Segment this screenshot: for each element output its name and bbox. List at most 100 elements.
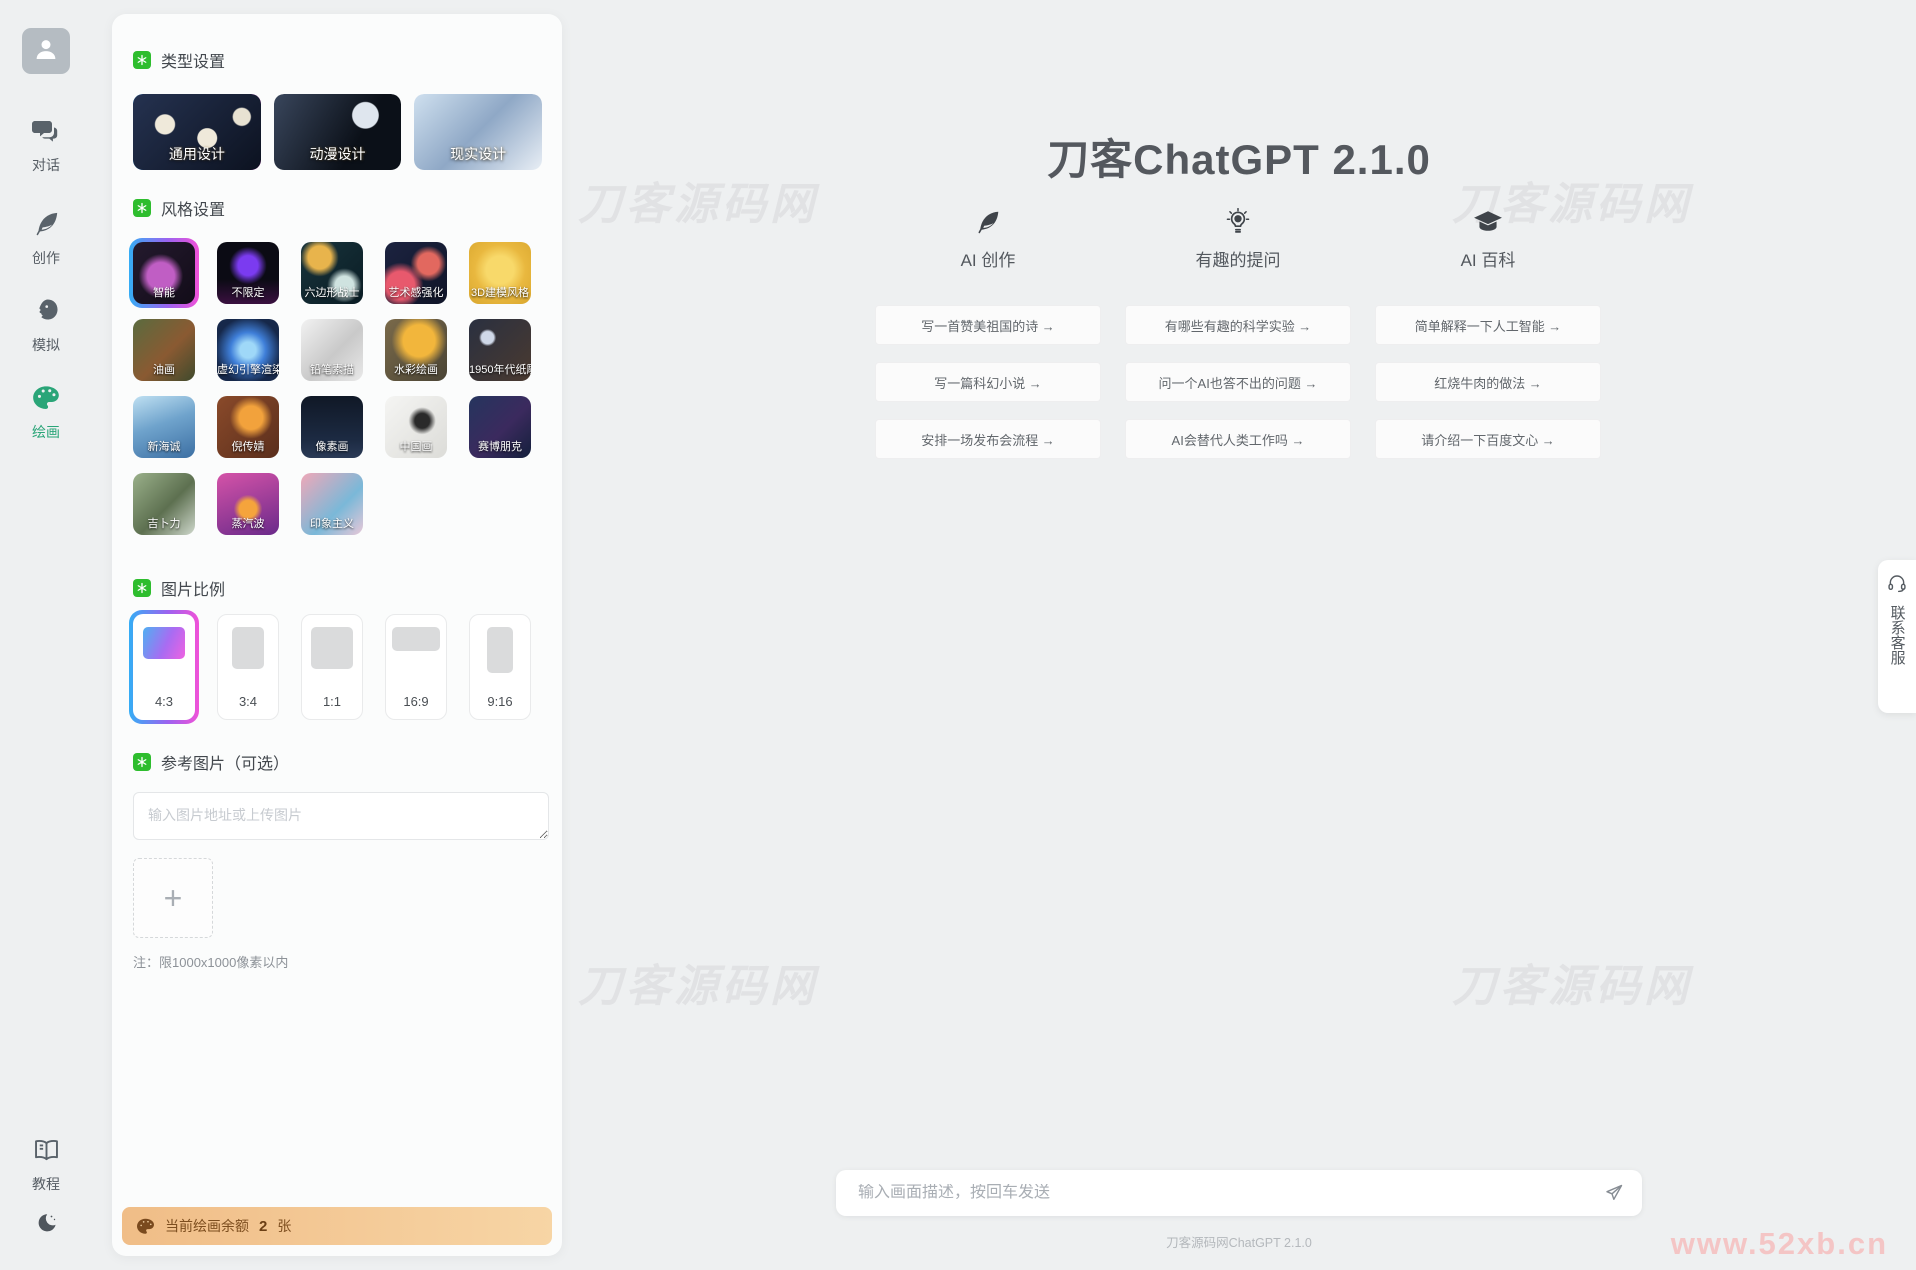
sidebar-item-label: 创作	[32, 248, 60, 268]
section-title: 图片比例	[161, 576, 225, 600]
style-option[interactable]: 不限定	[217, 242, 279, 304]
column-title: 有趣的提问	[1196, 246, 1281, 271]
prompt-button[interactable]: 请介绍一下百度文心 →	[1375, 419, 1601, 459]
page-title: 刀客ChatGPT 2.1.0	[562, 126, 1916, 187]
style-option[interactable]: 吉卜力	[133, 473, 195, 535]
style-option[interactable]: 铅笔素描	[301, 319, 363, 381]
sidebar: 对话 创作 模拟 绘画 教程	[0, 0, 92, 1270]
quota-bar: 当前绘画余额 2 张	[122, 1207, 552, 1245]
bulb-icon	[1225, 206, 1251, 238]
style-option[interactable]: 赛博朋克	[469, 396, 531, 458]
prompt-input[interactable]	[858, 1184, 1604, 1202]
avatar[interactable]	[22, 28, 70, 74]
book-icon	[33, 1138, 60, 1168]
style-option[interactable]: 印象主义	[301, 473, 363, 535]
style-option[interactable]: 1950年代纸雕	[469, 319, 531, 381]
contact-label: 联系客服	[1885, 605, 1908, 665]
footer-version: 刀客源码网ChatGPT 2.1.0	[562, 1232, 1916, 1251]
column-ai-create: AI 创作 写一首赞美祖国的诗 → 写一篇科幻小说 → 安排一场发布会流程 →	[875, 200, 1101, 459]
style-option[interactable]: 像素画	[301, 396, 363, 458]
quota-unit: 张	[277, 1216, 291, 1236]
style-option[interactable]: 艺术感强化	[385, 242, 447, 304]
contact-support-tab[interactable]: 联系客服	[1878, 560, 1916, 713]
ratio-section-header: 图片比例	[133, 578, 542, 598]
section-title: 类型设置	[161, 48, 225, 72]
style-option[interactable]: 蒸汽波	[217, 473, 279, 535]
style-option[interactable]: 六边形战士	[301, 242, 363, 304]
palette-icon	[32, 385, 60, 416]
watermark: 刀客源码网	[1452, 950, 1692, 1014]
type-section-header: 类型设置	[133, 50, 542, 70]
style-option[interactable]: 新海诚	[133, 396, 195, 458]
asterisk-icon	[133, 753, 151, 771]
prompt-button[interactable]: 红烧牛肉的做法 →	[1375, 362, 1601, 402]
watermark: 刀客源码网	[578, 950, 818, 1014]
prompt-button[interactable]: 简单解释一下人工智能 →	[1375, 305, 1601, 345]
upload-image-button[interactable]: +	[133, 858, 213, 938]
asterisk-icon	[133, 199, 151, 217]
asterisk-icon	[133, 579, 151, 597]
prompt-button[interactable]: 有哪些有趣的科学实验 →	[1125, 305, 1351, 345]
ratio-option-1-1[interactable]: 1:1	[301, 614, 363, 720]
upload-note: 注：限1000x1000像素以内	[133, 952, 542, 971]
ratio-option-9-16[interactable]: 9:16	[469, 614, 531, 720]
ratio-option-3-4[interactable]: 3:4	[217, 614, 279, 720]
headset-icon	[1887, 574, 1907, 598]
style-option[interactable]: 水彩绘画	[385, 319, 447, 381]
column-title: AI 创作	[961, 246, 1016, 271]
sidebar-item-label: 对话	[32, 155, 60, 175]
style-section-header: 风格设置	[133, 198, 542, 218]
graduation-cap-icon	[1473, 206, 1503, 238]
sidebar-item-draw[interactable]: 绘画	[0, 385, 92, 442]
style-option[interactable]: 虚幻引擎渲染	[217, 319, 279, 381]
sidebar-item-label: 模拟	[32, 335, 60, 355]
type-options: 通用设计 动漫设计 现实设计	[133, 94, 542, 170]
face-icon	[33, 297, 60, 329]
plus-icon: +	[164, 882, 183, 914]
app-root: 刀客源码网 刀客源码网 刀客源码网 刀客源码网 www.52xb.cn 对话 创…	[0, 0, 1916, 1270]
sidebar-item-create[interactable]: 创作	[0, 210, 92, 268]
prompt-button[interactable]: 安排一场发布会流程 →	[875, 419, 1101, 459]
reference-section-header: 参考图片（可选）	[133, 752, 542, 772]
style-option[interactable]: 倪传婧	[217, 396, 279, 458]
column-fun-questions: 有趣的提问 有哪些有趣的科学实验 → 问一个AI也答不出的问题 → AI会替代人…	[1125, 200, 1351, 459]
prompt-button[interactable]: 写一篇科幻小说 →	[875, 362, 1101, 402]
type-option-general[interactable]: 通用设计	[133, 94, 261, 170]
reference-url-input[interactable]	[133, 792, 549, 840]
style-option[interactable]: 智能	[133, 242, 195, 304]
section-title: 参考图片（可选）	[161, 750, 289, 774]
moon-icon	[34, 1212, 58, 1241]
prompt-button[interactable]: AI会替代人类工作吗 →	[1125, 419, 1351, 459]
column-title: AI 百科	[1461, 246, 1516, 271]
type-option-anime[interactable]: 动漫设计	[274, 94, 402, 170]
quill-icon	[33, 210, 60, 242]
quill-icon	[975, 206, 1001, 238]
chat-icon	[32, 118, 60, 149]
sidebar-item-label: 绘画	[32, 422, 60, 442]
style-option[interactable]: 油画	[133, 319, 195, 381]
theme-toggle[interactable]	[0, 1212, 92, 1241]
asterisk-icon	[133, 51, 151, 69]
settings-panel: 类型设置 通用设计 动漫设计 现实设计 风格设	[112, 14, 562, 1256]
prompt-button[interactable]: 写一首赞美祖国的诗 →	[875, 305, 1101, 345]
ratio-options: 4:3 3:4 1:1 16:9 9:16	[133, 614, 542, 720]
ratio-option-16-9[interactable]: 16:9	[385, 614, 447, 720]
style-option[interactable]: 中国画	[385, 396, 447, 458]
sidebar-item-chat[interactable]: 对话	[0, 118, 92, 175]
section-title: 风格设置	[161, 196, 225, 220]
palette-icon	[136, 1218, 155, 1235]
quota-text: 当前绘画余额	[165, 1216, 249, 1236]
column-ai-wiki: AI 百科 简单解释一下人工智能 → 红烧牛肉的做法 → 请介绍一下百度文心 →	[1375, 200, 1601, 459]
prompt-input-bar	[836, 1170, 1642, 1216]
prompt-button[interactable]: 问一个AI也答不出的问题 →	[1125, 362, 1351, 402]
sidebar-item-tutorial[interactable]: 教程	[0, 1138, 92, 1194]
sidebar-item-label: 教程	[32, 1174, 60, 1194]
style-option[interactable]: 3D建模风格	[469, 242, 531, 304]
ratio-option-4-3[interactable]: 4:3	[133, 614, 195, 720]
quota-count: 2	[259, 1218, 267, 1235]
sidebar-item-simulate[interactable]: 模拟	[0, 297, 92, 355]
type-option-realistic[interactable]: 现实设计	[414, 94, 542, 170]
user-icon	[31, 34, 61, 69]
style-options: 智能 不限定 六边形战士 艺术感强化 3D建模风格 油画 虚幻引擎渲染 铅笔素描…	[133, 242, 542, 535]
send-icon[interactable]	[1604, 1183, 1624, 1203]
